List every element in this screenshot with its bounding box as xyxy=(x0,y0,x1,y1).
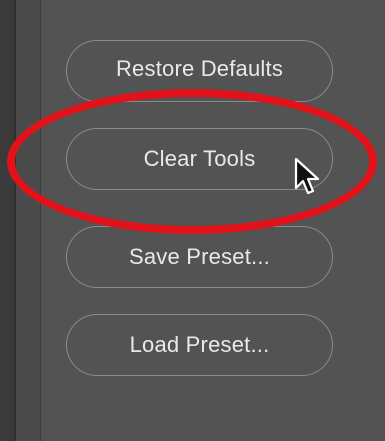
restore-defaults-label: Restore Defaults xyxy=(115,56,284,81)
panel-gutter xyxy=(16,0,40,441)
save-preset-button[interactable]: Save Preset... xyxy=(66,226,333,288)
restore-defaults-button[interactable]: Restore Defaults xyxy=(66,40,333,102)
load-preset-button[interactable]: Load Preset... xyxy=(66,314,333,376)
panel-left-edge xyxy=(0,0,14,441)
clear-tools-label: Clear Tools xyxy=(143,146,256,171)
save-preset-label: Save Preset... xyxy=(129,244,270,269)
arrow-pointer-icon xyxy=(294,157,320,195)
load-preset-label: Load Preset... xyxy=(129,332,270,357)
